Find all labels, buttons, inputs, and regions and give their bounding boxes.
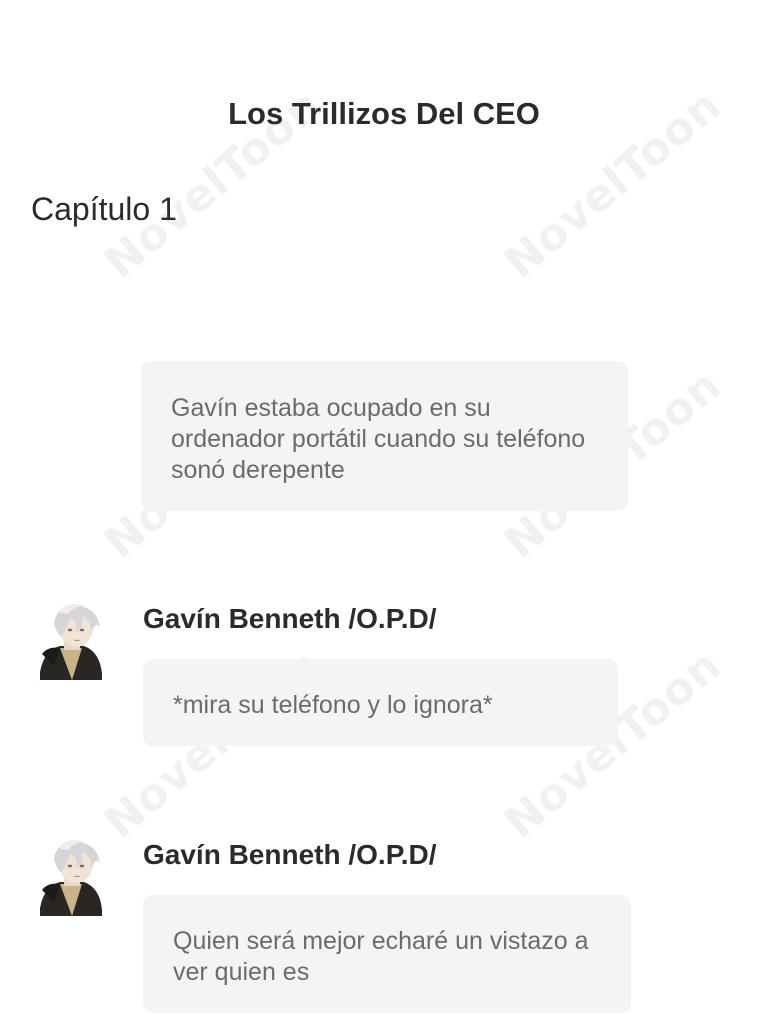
chapter-title: Capítulo 1 bbox=[31, 191, 177, 227]
speaker-name: Gavín Benneth /O.P.D/ bbox=[143, 603, 437, 634]
character-avatar-icon[interactable] bbox=[38, 838, 106, 916]
message-text: *mira su teléfono y lo ignora* bbox=[173, 691, 493, 719]
message-bubble: *mira su teléfono y lo ignora* bbox=[143, 659, 618, 746]
narration-bubble: Gavín estaba ocupado en su ordenador por… bbox=[141, 361, 628, 511]
chat-story-page: NovelToon NovelToon NovelToon NovelToon … bbox=[0, 0, 768, 1024]
avatar-image bbox=[40, 604, 102, 680]
character-avatar-icon[interactable] bbox=[38, 602, 106, 680]
message-bubble: Quien será mejor echaré un vistazo a ver… bbox=[143, 895, 631, 1013]
narration-text: Gavín estaba ocupado en su ordenador por… bbox=[171, 394, 586, 484]
message-text: Quien será mejor echaré un vistazo a ver… bbox=[173, 927, 589, 986]
speaker-name: Gavín Benneth /O.P.D/ bbox=[143, 839, 437, 870]
avatar-image bbox=[40, 840, 102, 916]
story-title: Los Trillizos Del CEO bbox=[228, 96, 540, 131]
